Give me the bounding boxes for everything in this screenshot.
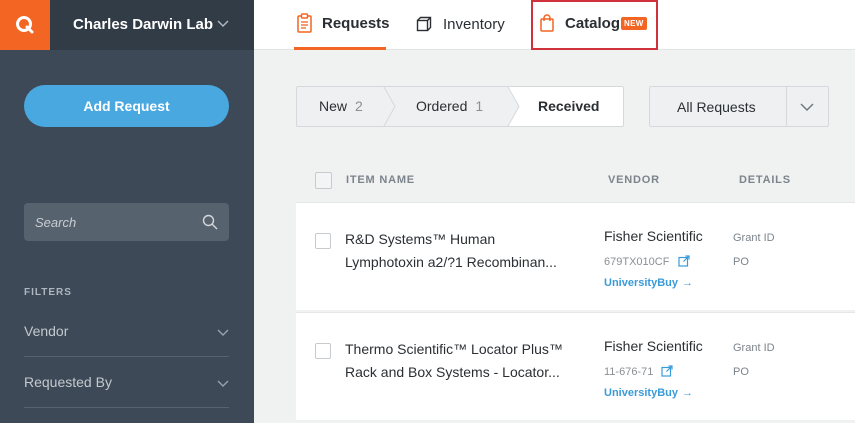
- vendor-name: Fisher Scientific: [604, 338, 703, 354]
- chevron-separator: [383, 87, 396, 126]
- item-name-line: Rack and Box Systems - Locator...: [345, 364, 560, 380]
- chevron-down-icon: [217, 329, 229, 336]
- segment-ordered[interactable]: Ordered 1: [416, 87, 483, 126]
- segment-label: Ordered: [416, 98, 468, 114]
- grant-id-label: Grant ID: [733, 232, 775, 244]
- segment-label: Received: [538, 98, 600, 114]
- search-box: [24, 203, 229, 241]
- po-label: PO: [733, 256, 749, 268]
- tab-label: Inventory: [443, 16, 505, 33]
- search-icon[interactable]: [202, 214, 218, 230]
- app-logo[interactable]: [0, 0, 50, 50]
- chevron-down-icon: [217, 380, 229, 387]
- vendor-name: Fisher Scientific: [604, 228, 703, 244]
- sidebar: Charles Darwin Lab Add Request FILTERS V…: [0, 0, 254, 423]
- column-header-details: DETAILS: [739, 174, 791, 186]
- tab-label: Catalog: [565, 15, 621, 32]
- dropdown-value: All Requests: [677, 99, 756, 115]
- grant-id-label: Grant ID: [733, 342, 775, 354]
- segment-received[interactable]: Received: [509, 87, 623, 126]
- segment-new[interactable]: New 2: [319, 87, 363, 126]
- add-request-button[interactable]: Add Request: [24, 85, 229, 127]
- tab-catalog[interactable]: Catalog NEW: [531, 0, 658, 50]
- divider: [786, 87, 787, 126]
- chevron-separator: [507, 87, 520, 126]
- catalog-number[interactable]: 679TX010CF: [604, 255, 690, 268]
- item-name-line: Lymphotoxin a2/?1 Recombinan...: [345, 254, 557, 270]
- clipboard-icon: [297, 13, 312, 33]
- tab-requests[interactable]: Requests: [294, 0, 390, 50]
- new-badge: NEW: [621, 17, 647, 30]
- catalog-number[interactable]: 11-676-71: [604, 365, 674, 378]
- status-filter: New 2 Ordered 1 Received: [296, 86, 624, 127]
- filter-label: Vendor: [24, 323, 69, 339]
- external-link-icon[interactable]: [661, 365, 674, 377]
- table-row[interactable]: Thermo Scientific™ Locator Plus™ Rack an…: [296, 312, 855, 420]
- select-all-checkbox[interactable]: [315, 172, 332, 189]
- item-name-line: Thermo Scientific™ Locator Plus™: [345, 341, 563, 357]
- column-header-vendor[interactable]: VENDOR: [608, 174, 660, 186]
- arrow-right-icon: →: [681, 387, 693, 399]
- tab-inventory[interactable]: Inventory: [416, 0, 516, 50]
- universitybuy-link[interactable]: UniversityBuy →: [604, 387, 693, 399]
- filter-vendor[interactable]: Vendor: [24, 307, 229, 357]
- arrow-right-icon: →: [681, 277, 693, 289]
- table-row[interactable]: R&D Systems™ Human Lymphotoxin a2/?1 Rec…: [296, 202, 855, 310]
- catalog-number-text: 679TX010CF: [604, 256, 670, 268]
- po-label: PO: [733, 366, 749, 378]
- catalog-number-text: 11-676-71: [604, 366, 654, 378]
- filter-label: Requested By: [24, 374, 112, 390]
- external-link-icon[interactable]: [677, 255, 690, 267]
- universitybuy-link[interactable]: UniversityBuy →: [604, 277, 693, 289]
- top-navigation: Requests Inventory Catalog NEW: [254, 0, 855, 50]
- filter-requested-by[interactable]: Requested By: [24, 358, 229, 408]
- request-scope-dropdown[interactable]: All Requests: [649, 86, 829, 127]
- item-name[interactable]: Thermo Scientific™ Locator Plus™ Rack an…: [345, 338, 575, 384]
- logo-q-icon: [16, 16, 34, 34]
- filters-heading: FILTERS: [24, 287, 72, 298]
- segment-count: 1: [475, 98, 484, 114]
- item-name-line: R&D Systems™ Human: [345, 231, 496, 247]
- row-checkbox[interactable]: [315, 233, 331, 249]
- segment-label: New: [319, 98, 348, 114]
- search-input[interactable]: [24, 203, 199, 241]
- segment-count: 2: [355, 98, 363, 114]
- tab-label: Requests: [322, 15, 390, 32]
- column-header-item-name[interactable]: ITEM NAME: [346, 174, 415, 186]
- link-label: UniversityBuy: [604, 387, 678, 399]
- boxes-icon: [416, 16, 432, 32]
- chevron-down-icon: [800, 103, 814, 111]
- lab-switcher[interactable]: Charles Darwin Lab: [0, 0, 254, 50]
- row-checkbox[interactable]: [315, 343, 331, 359]
- link-label: UniversityBuy: [604, 277, 678, 289]
- item-name[interactable]: R&D Systems™ Human Lymphotoxin a2/?1 Rec…: [345, 228, 575, 274]
- chevron-down-icon[interactable]: [217, 17, 229, 29]
- lab-name: Charles Darwin Lab: [73, 16, 214, 33]
- shopping-bag-icon: [540, 14, 554, 32]
